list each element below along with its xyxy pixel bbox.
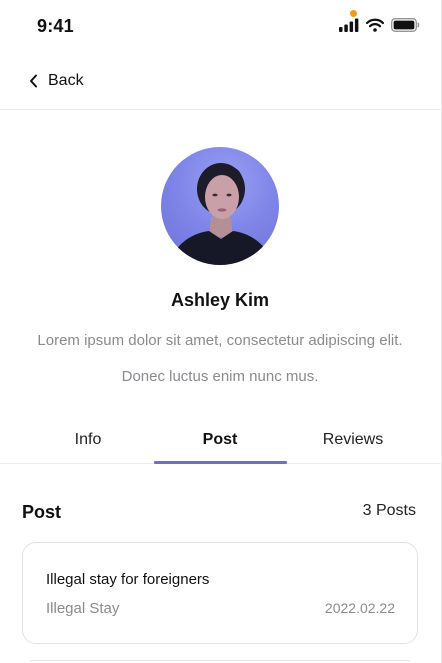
- post-category: Illegal Stay: [46, 600, 120, 617]
- tab-post[interactable]: Post: [154, 418, 286, 464]
- navigation-bar: Back: [0, 52, 442, 110]
- profile-screen: 9:41 Back Ashley Kim Lorem ipsum dolor s…: [0, 0, 442, 663]
- battery-icon: [391, 18, 420, 32]
- profile-tabs: Info Post Reviews: [0, 418, 442, 464]
- post-count: 3 Posts: [362, 502, 416, 519]
- chevron-left-icon: [30, 74, 37, 88]
- section-title: Post: [22, 502, 62, 522]
- post-card[interactable]: Illegal stay for foreigners Illegal Stay…: [22, 542, 418, 644]
- status-time: 9:41: [37, 16, 74, 36]
- back-label: Back: [48, 72, 84, 89]
- active-tab-indicator: [154, 461, 287, 464]
- post-date: 2022.02.22: [324, 600, 395, 616]
- post-title: Illegal stay for foreigners: [46, 571, 210, 588]
- privacy-indicator-icon: [350, 10, 357, 17]
- back-button[interactable]: Back: [29, 72, 84, 90]
- tab-info[interactable]: Info: [22, 418, 154, 464]
- wifi-icon: [366, 18, 384, 32]
- profile-bio: Lorem ipsum dolor sit amet, consectetur …: [37, 332, 403, 385]
- profile-name: Ashley Kim: [170, 290, 270, 310]
- tab-reviews[interactable]: Reviews: [287, 418, 419, 464]
- profile-photo-image: [169, 163, 273, 265]
- status-icons: [339, 18, 420, 32]
- status-bar: 9:41: [0, 0, 442, 52]
- avatar: [161, 147, 279, 265]
- cellular-signal-icon: [339, 18, 359, 32]
